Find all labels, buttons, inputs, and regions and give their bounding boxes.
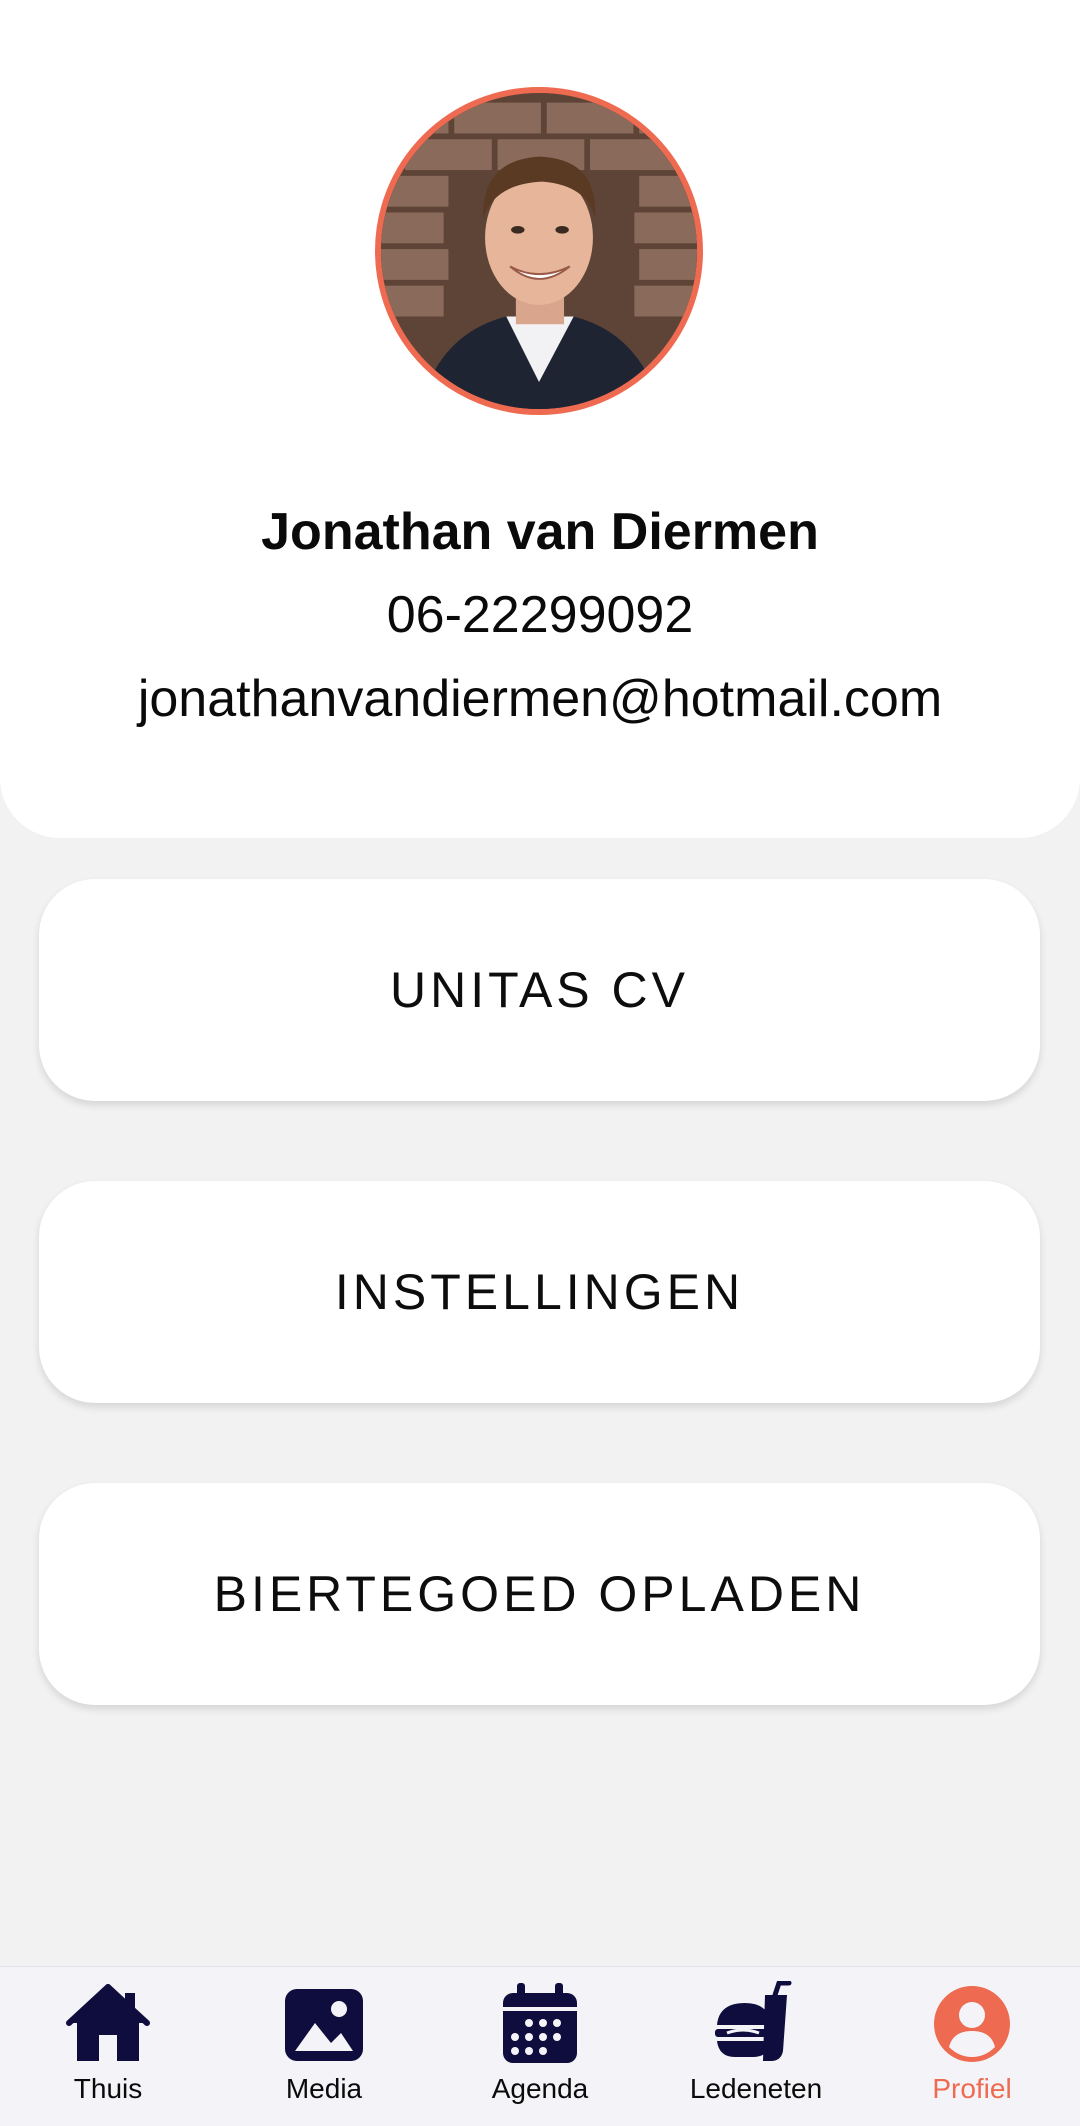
nav-item-profiel[interactable]: Profiel [864, 1967, 1080, 2126]
food-icon [713, 1981, 799, 2067]
nav-label-profiel: Profiel [932, 2073, 1012, 2104]
unitas-cv-button[interactable]: UNITAS CV [39, 879, 1040, 1101]
user-icon [929, 1981, 1015, 2067]
avatar [375, 87, 703, 415]
beer-credit-topup-button[interactable]: BIERTEGOED OPLADEN [39, 1483, 1040, 1705]
nav-label-agenda: Agenda [491, 2073, 589, 2104]
profile-email: jonathanvandiermen@hotmail.com [137, 670, 943, 728]
profile-name: Jonathan van Diermen [261, 503, 819, 561]
nav-label-ledeneten: Ledeneten [689, 2073, 823, 2104]
avatar-photo [381, 93, 697, 409]
nav-item-thuis[interactable]: Thuis [0, 1967, 216, 2126]
nav-label-media: Media [285, 2073, 363, 2104]
profile-card: Jonathan van Diermen 06-22299092 jonatha… [0, 0, 1080, 838]
settings-button[interactable]: INSTELLINGEN [39, 1181, 1040, 1403]
nav-label-thuis: Thuis [73, 2073, 143, 2104]
nav-item-agenda[interactable]: Agenda [432, 1967, 648, 2126]
image-icon [281, 1981, 367, 2067]
home-icon [65, 1981, 151, 2067]
nav-item-media[interactable]: Media [216, 1967, 432, 2126]
bottom-navigation: Thuis Media Agenda Ledeneten Profiel [0, 1966, 1080, 2126]
calendar-icon [497, 1981, 583, 2067]
nav-item-ledeneten[interactable]: Ledeneten [648, 1967, 864, 2126]
profile-phone: 06-22299092 [386, 586, 694, 644]
